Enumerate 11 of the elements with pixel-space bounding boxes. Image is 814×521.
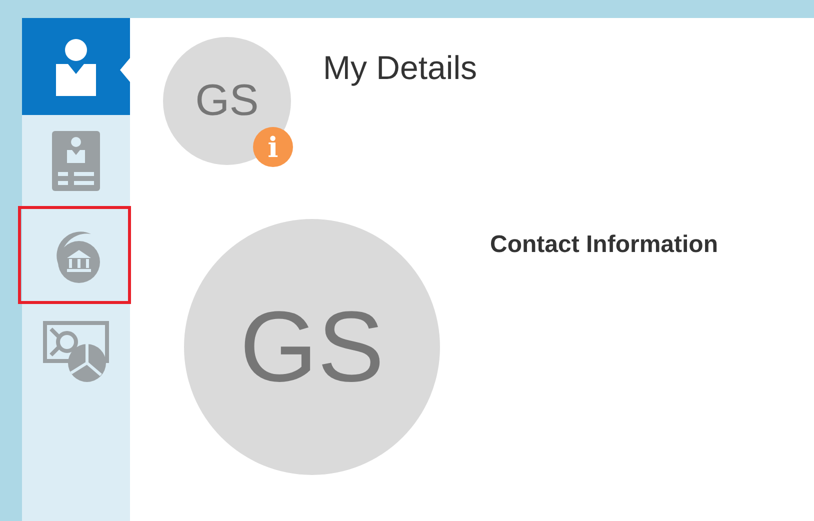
- id-card-icon: [52, 130, 100, 190]
- money-chart-icon: [43, 320, 109, 382]
- avatar[interactable]: GS i: [163, 37, 291, 165]
- info-badge: i: [253, 127, 293, 167]
- nav-item[interactable]: [18, 206, 131, 304]
- nav-item[interactable]: [22, 18, 130, 115]
- person-icon: [54, 38, 98, 96]
- selection-notch: [120, 58, 130, 82]
- page-title: My Details: [323, 49, 478, 87]
- avatar: GS: [184, 219, 440, 475]
- section-title: Contact Information: [490, 231, 718, 260]
